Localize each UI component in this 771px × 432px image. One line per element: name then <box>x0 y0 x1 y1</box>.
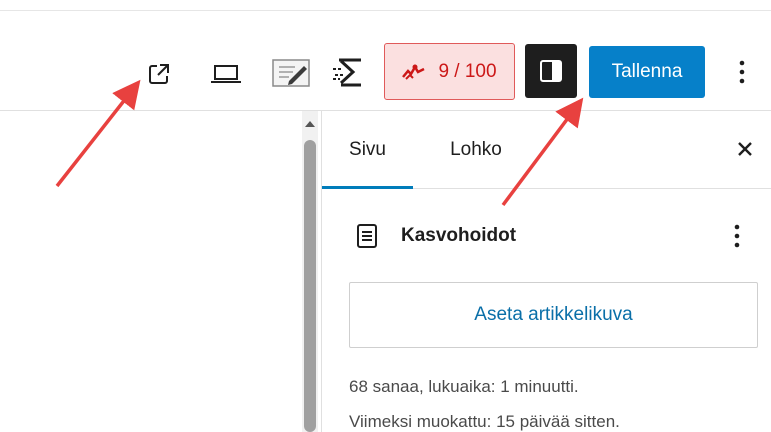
tab-block-label: Lohko <box>450 138 502 160</box>
options-menu-button[interactable] <box>730 55 754 89</box>
tab-block[interactable]: Lohko <box>428 111 524 188</box>
settings-sidebar-toggle[interactable] <box>525 44 577 98</box>
tab-page-label: Sivu <box>349 138 386 160</box>
seo-score-label: 9 / 100 <box>438 60 497 82</box>
scroll-up-arrow-icon[interactable] <box>303 118 317 130</box>
sidebar-tabs: Sivu Lohko <box>322 111 771 189</box>
document-summary: Kasvohoidot <box>322 211 771 261</box>
notes-button[interactable] <box>270 56 314 90</box>
editor-canvas[interactable] <box>0 111 302 432</box>
window-top-strip <box>0 0 771 11</box>
save-button[interactable]: Tallenna <box>589 46 705 98</box>
seo-score-button[interactable]: 9 / 100 <box>384 43 515 100</box>
canvas-scrollbar-thumb[interactable] <box>304 140 316 432</box>
seo-logo-icon <box>402 64 425 80</box>
edit-note-icon <box>272 59 310 87</box>
more-options-icon <box>739 60 745 84</box>
close-icon <box>738 142 752 156</box>
set-featured-image-button[interactable]: Aseta artikkelikuva <box>349 282 758 348</box>
close-sidebar-button[interactable] <box>731 135 759 163</box>
preview-button[interactable] <box>207 59 245 89</box>
document-title: Kasvohoidot <box>401 225 517 246</box>
page-icon <box>357 224 377 248</box>
settings-sidebar: Sivu Lohko Kasvohoidot Aseta artikkeliku… <box>321 111 771 432</box>
last-modified-text: Viimeksi muokattu: 15 päivää sitten. <box>349 412 620 431</box>
performance-icon <box>333 58 361 87</box>
sidebar-toggle-icon <box>540 60 562 82</box>
editor-toolbar: 9 / 100 Tallenna <box>0 11 771 111</box>
desktop-preview-icon <box>211 65 241 83</box>
document-actions-button[interactable] <box>725 219 749 253</box>
word-count-text: 68 sanaa, lukuaika: 1 minuutti. <box>349 377 579 396</box>
performance-button[interactable] <box>330 56 368 90</box>
external-link-icon <box>149 64 169 84</box>
more-options-icon <box>734 224 740 248</box>
view-page-button[interactable] <box>142 59 176 89</box>
tab-page[interactable]: Sivu <box>322 111 413 189</box>
